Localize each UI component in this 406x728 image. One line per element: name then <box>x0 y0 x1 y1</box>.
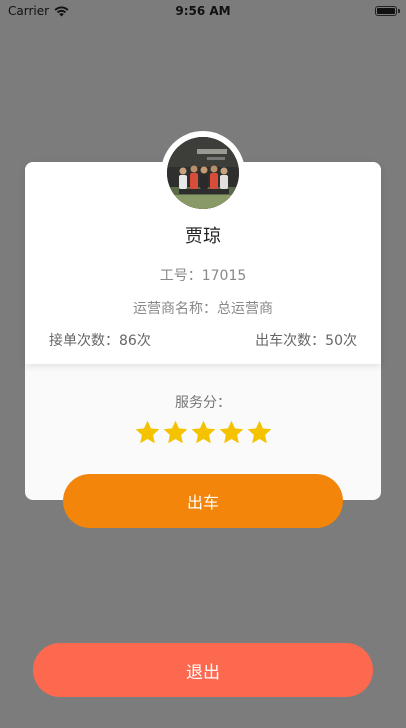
depart-button[interactable]: 出车 <box>63 474 343 528</box>
battery-icon <box>375 6 400 16</box>
operator-name: 运营商名称：总运营商 <box>133 301 273 317</box>
depart-button-label: 出车 <box>186 493 219 512</box>
trips-count: 出车次数：50次 <box>255 333 357 349</box>
star-icon <box>246 419 273 446</box>
orders-count: 接单次数：86次 <box>49 333 151 349</box>
employee-id: 工号：17015 <box>159 268 247 284</box>
driver-name: 贾琼 <box>185 226 221 247</box>
service-score-stars <box>134 419 273 446</box>
logout-button[interactable]: 退出 <box>33 643 373 697</box>
service-score-label: 服务分： <box>175 395 231 411</box>
avatar <box>167 137 239 209</box>
star-icon <box>218 419 245 446</box>
logout-button-label: 退出 <box>186 662 220 683</box>
status-time: 9:56 AM <box>175 4 231 18</box>
status-bar: Carrier 9:56 AM <box>0 0 406 22</box>
star-icon <box>134 419 161 446</box>
star-icon <box>190 419 217 446</box>
star-icon <box>162 419 189 446</box>
